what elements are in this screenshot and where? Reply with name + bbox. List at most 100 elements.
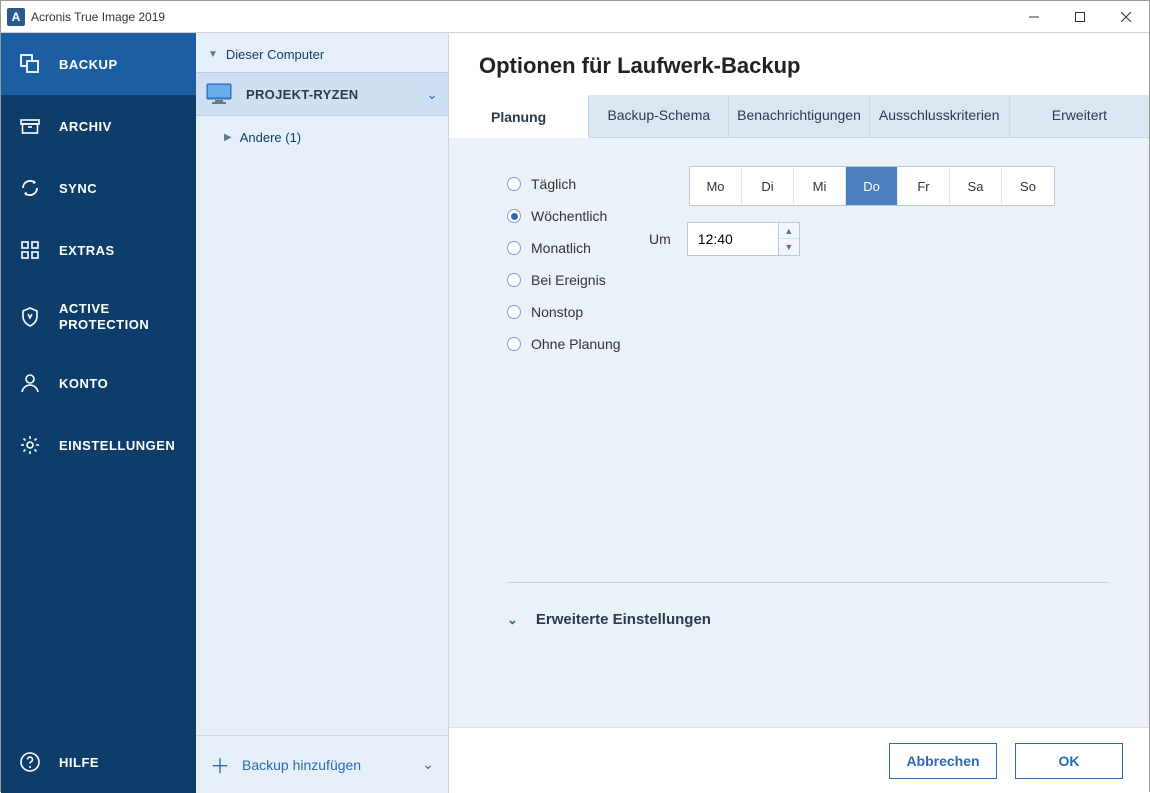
- monitor-icon: [206, 83, 232, 105]
- ok-button[interactable]: OK: [1015, 743, 1123, 779]
- day-mi[interactable]: Mi: [794, 167, 846, 205]
- radio-label: Nonstop: [531, 304, 583, 320]
- tab-bar: Planung Backup-Schema Benachrichtigungen…: [449, 95, 1149, 138]
- advanced-settings-label: Erweiterte Einstellungen: [536, 611, 711, 628]
- radio-icon: [507, 209, 521, 223]
- time-row: Um ▲ ▼: [649, 222, 800, 256]
- minimize-icon: [1029, 12, 1039, 22]
- radio-icon: [507, 305, 521, 319]
- chevron-down-icon: ▼: [208, 49, 218, 60]
- nav-label: KONTO: [59, 376, 108, 391]
- nav-label: EXTRAS: [59, 243, 115, 258]
- tab-label: Backup-Schema: [607, 107, 710, 123]
- window-maximize-button[interactable]: [1057, 1, 1103, 33]
- radio-icon: [507, 177, 521, 191]
- radio-wochentlich[interactable]: Wöchentlich: [507, 208, 1109, 224]
- plus-icon: ＋: [210, 750, 230, 779]
- dialog-footer: Abbrechen OK: [449, 727, 1149, 793]
- chevron-down-icon[interactable]: ⌄: [426, 86, 438, 103]
- time-label: Um: [649, 231, 671, 247]
- divider: [507, 582, 1109, 583]
- radio-label: Bei Ereignis: [531, 272, 606, 288]
- source-list-panel: ▼ Dieser Computer PROJEKT-RYZEN ⌄ ▶ Ande…: [196, 33, 449, 793]
- weekday-selector: Mo Di Mi Do Fr Sa So: [689, 166, 1055, 206]
- tab-ausschlusskriterien[interactable]: Ausschlusskriterien: [870, 95, 1010, 137]
- nav-label: SYNC: [59, 181, 97, 196]
- main-panel: Optionen für Laufwerk-Backup Planung Bac…: [449, 33, 1149, 793]
- tree-header-label: Dieser Computer: [226, 47, 324, 62]
- tree-header-andere[interactable]: ▶ Andere (1): [196, 116, 448, 155]
- tree-header-label: Andere (1): [240, 130, 301, 145]
- tab-label: Benachrichtigungen: [737, 107, 861, 123]
- nav-backup[interactable]: BACKUP: [1, 33, 196, 95]
- chevron-right-icon: ▶: [224, 132, 232, 143]
- time-input-box: ▲ ▼: [687, 222, 800, 256]
- app-icon: A: [7, 8, 25, 26]
- nav-label: HILFE: [59, 755, 99, 770]
- shield-icon: [19, 306, 41, 328]
- backup-icon: [19, 53, 41, 75]
- sync-icon: [19, 177, 41, 199]
- window-minimize-button[interactable]: [1011, 1, 1057, 33]
- source-item-selected[interactable]: PROJEKT-RYZEN ⌄: [196, 72, 448, 116]
- advanced-settings-toggle[interactable]: ⌄ Erweiterte Einstellungen: [507, 611, 1109, 628]
- nav-active-protection[interactable]: ACTIVEPROTECTION: [1, 281, 196, 352]
- radio-bei-ereignis[interactable]: Bei Ereignis: [507, 272, 1109, 288]
- day-so[interactable]: So: [1002, 167, 1054, 205]
- day-di[interactable]: Di: [742, 167, 794, 205]
- tab-backup-schema[interactable]: Backup-Schema: [589, 95, 729, 137]
- add-backup-label: Backup hinzufügen: [242, 757, 361, 773]
- day-sa[interactable]: Sa: [950, 167, 1002, 205]
- nav-konto[interactable]: KONTO: [1, 352, 196, 414]
- tab-label: Planung: [491, 109, 546, 125]
- day-fr[interactable]: Fr: [898, 167, 950, 205]
- day-do[interactable]: Do: [846, 167, 898, 205]
- day-mo[interactable]: Mo: [690, 167, 742, 205]
- titlebar: A Acronis True Image 2019: [1, 1, 1149, 33]
- time-input[interactable]: [688, 223, 778, 255]
- nav-label: BACKUP: [59, 57, 118, 72]
- tab-label: Ausschlusskriterien: [879, 107, 1000, 123]
- radio-nonstop[interactable]: Nonstop: [507, 304, 1109, 320]
- radio-label: Monatlich: [531, 240, 591, 256]
- radio-label: Wöchentlich: [531, 208, 607, 224]
- account-icon: [19, 372, 41, 394]
- window-close-button[interactable]: [1103, 1, 1149, 33]
- nav-hilfe[interactable]: HILFE: [1, 731, 196, 793]
- tab-planung[interactable]: Planung: [449, 95, 589, 138]
- radio-ohne-planung[interactable]: Ohne Planung: [507, 336, 1109, 352]
- radio-icon: [507, 241, 521, 255]
- help-icon: [19, 751, 41, 773]
- radio-label: Täglich: [531, 176, 576, 192]
- nav-label: ARCHIV: [59, 119, 112, 134]
- left-nav: BACKUP ARCHIV SYNC EXTRAS ACTIVEPROTECTI…: [1, 33, 196, 793]
- radio-monatlich[interactable]: Monatlich: [507, 240, 1109, 256]
- nav-sync[interactable]: SYNC: [1, 157, 196, 219]
- archive-icon: [19, 115, 41, 137]
- radio-icon: [507, 273, 521, 287]
- chevron-down-icon[interactable]: ⌄: [422, 756, 434, 773]
- tab-label: Erweitert: [1052, 107, 1107, 123]
- tab-benachrichtigungen[interactable]: Benachrichtigungen: [729, 95, 869, 137]
- time-step-up[interactable]: ▲: [779, 223, 799, 239]
- tree-header-this-computer[interactable]: ▼ Dieser Computer: [196, 33, 448, 72]
- time-step-down[interactable]: ▼: [779, 239, 799, 255]
- nav-extras[interactable]: EXTRAS: [1, 219, 196, 281]
- close-icon: [1121, 12, 1131, 22]
- app-title: Acronis True Image 2019: [31, 10, 1011, 24]
- add-backup-button[interactable]: ＋ Backup hinzufügen ⌄: [196, 735, 448, 793]
- nav-label: EINSTELLUNGEN: [59, 438, 175, 453]
- source-item-label: PROJEKT-RYZEN: [246, 87, 412, 102]
- extras-icon: [19, 239, 41, 261]
- radio-label: Ohne Planung: [531, 336, 621, 352]
- tab-erweitert[interactable]: Erweitert: [1010, 95, 1149, 137]
- nav-archiv[interactable]: ARCHIV: [1, 95, 196, 157]
- radio-icon: [507, 337, 521, 351]
- gear-icon: [19, 434, 41, 456]
- nav-einstellungen[interactable]: EINSTELLUNGEN: [1, 414, 196, 476]
- maximize-icon: [1075, 12, 1085, 22]
- page-title: Optionen für Laufwerk-Backup: [449, 33, 1149, 95]
- chevron-down-icon: ⌄: [507, 612, 518, 628]
- nav-label: ACTIVEPROTECTION: [59, 301, 149, 332]
- cancel-button[interactable]: Abbrechen: [889, 743, 997, 779]
